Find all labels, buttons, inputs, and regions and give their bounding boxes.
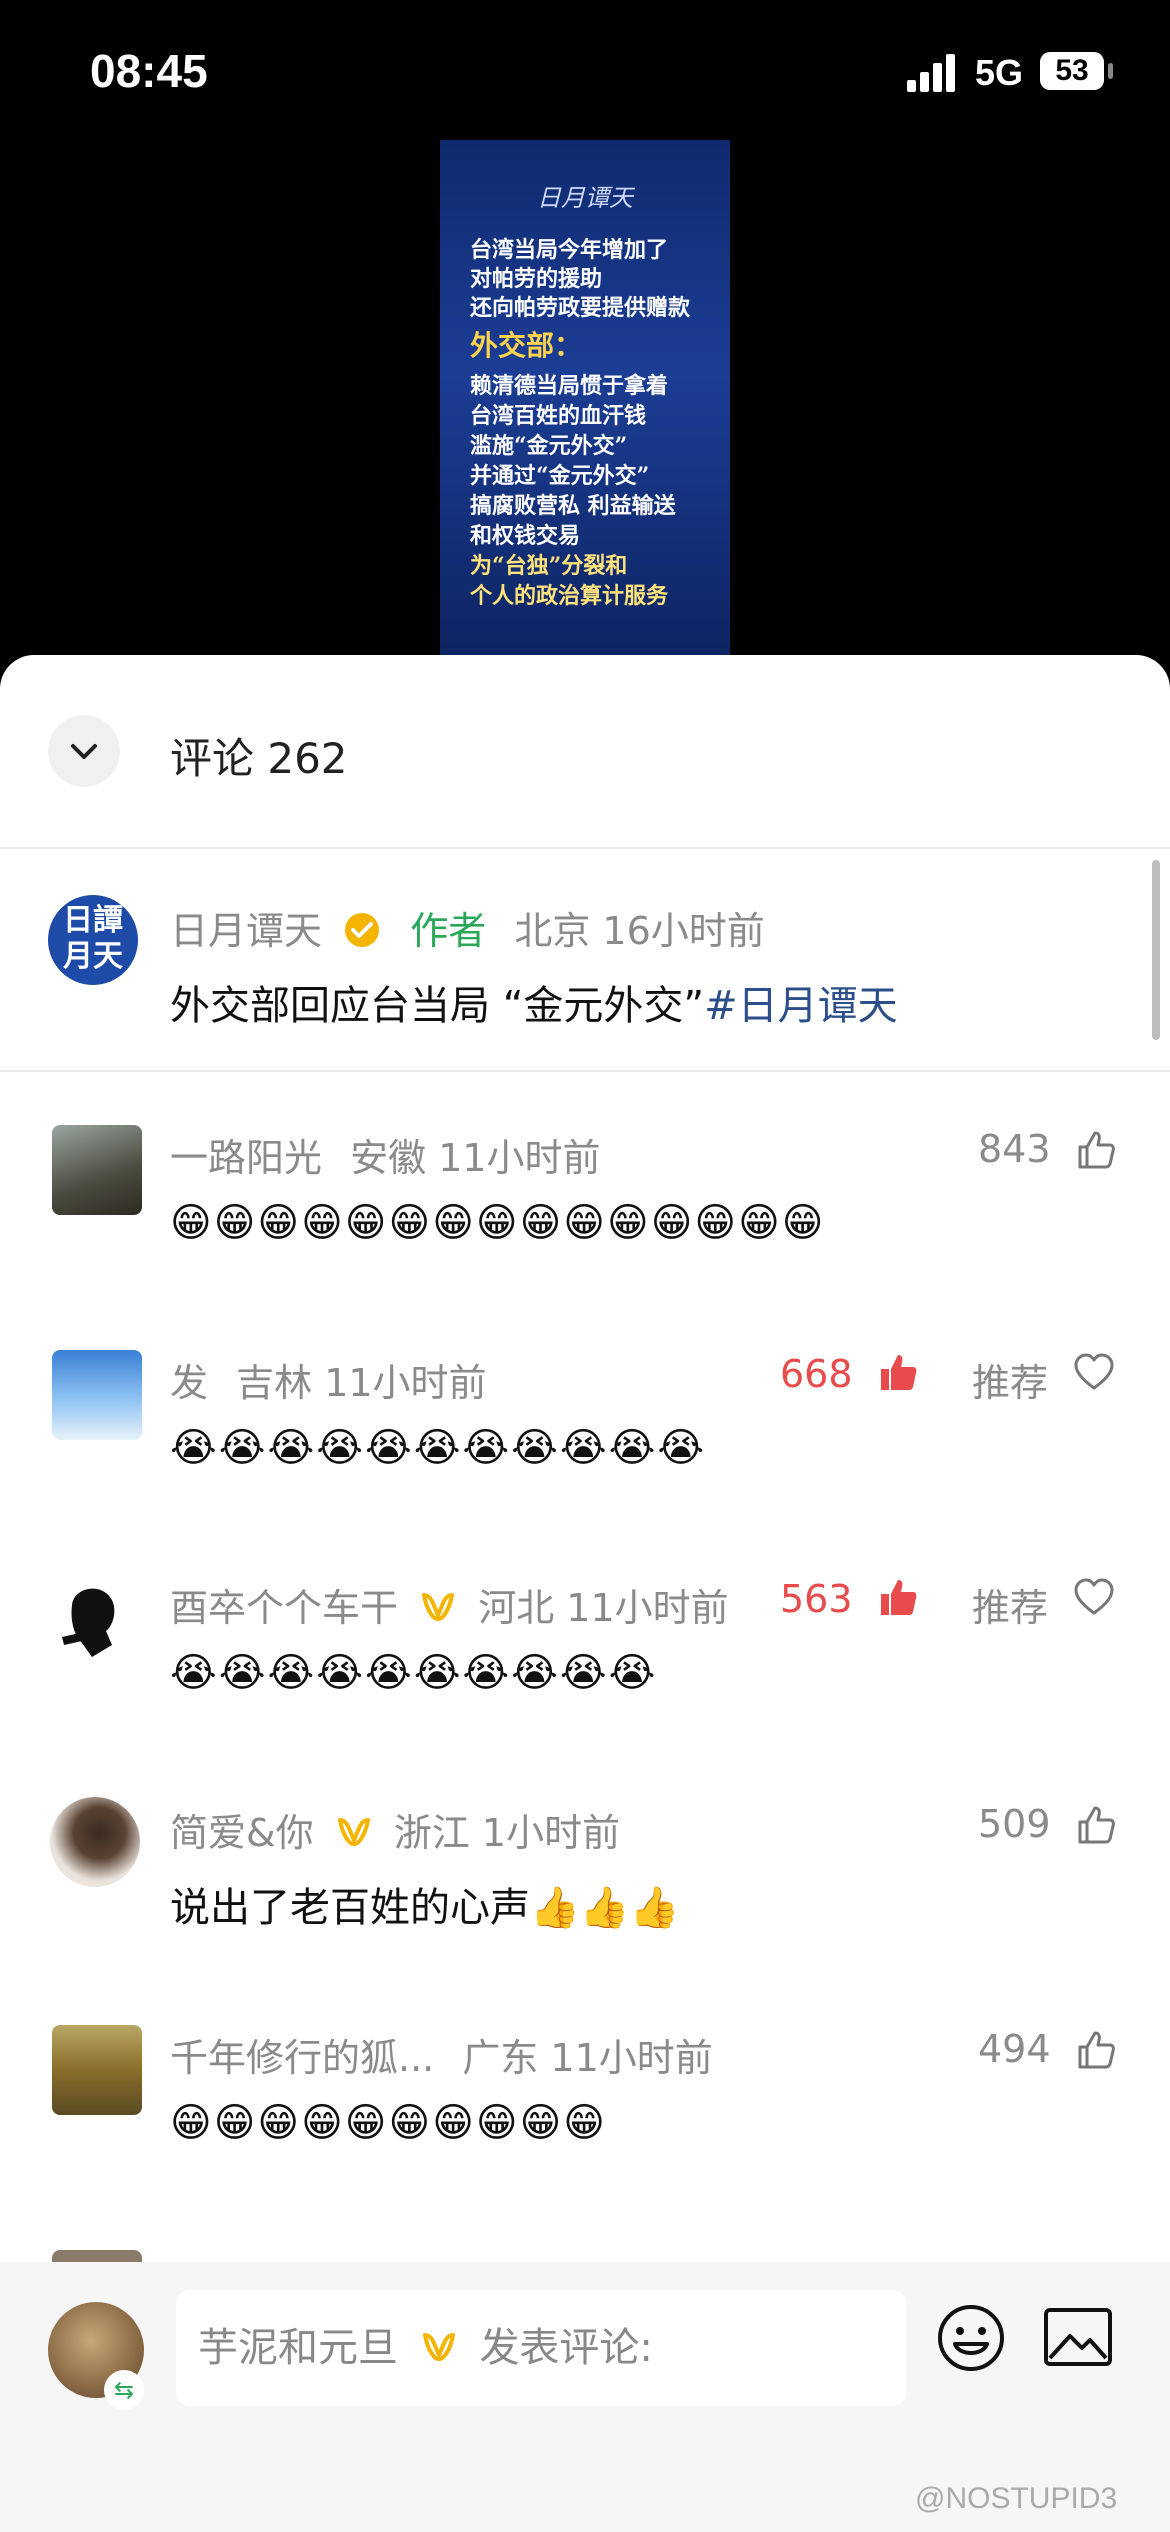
- video-line: 赖清德当局惯于拿着: [470, 373, 669, 399]
- watermark: @NOSTUPID3: [915, 2482, 1118, 2515]
- user-name[interactable]: 千年修行的狐...: [170, 2036, 434, 2080]
- like-count: 843: [978, 1127, 1051, 1171]
- video-line: 搞腐败营私 利益输送: [470, 493, 676, 519]
- recommend-label: 推荐: [972, 1361, 1049, 1405]
- comment-input[interactable]: 芋泥和元旦 发表评论:: [176, 2290, 906, 2406]
- comment-meta: 北京 16小时前: [514, 909, 765, 953]
- video-line: 个人的政治算计服务: [470, 583, 669, 609]
- comment-text: 说出了老百姓的心声👍👍👍: [170, 1885, 680, 1931]
- comment-header: 简爱&你 浙江 1小时前: [170, 1802, 620, 1857]
- heart-icon[interactable]: [1072, 1575, 1116, 1619]
- user-name[interactable]: 酉卒个个车干: [170, 1586, 398, 1630]
- comment-header: 一路阳光 安徽 11小时前: [170, 1127, 601, 1182]
- author-avatar[interactable]: 日譚 月天: [48, 895, 138, 985]
- comment-meta: 吉林 11小时前: [236, 1361, 487, 1405]
- vip-ribbon-icon: [337, 1818, 370, 1847]
- video-line: 台湾百姓的血汗钱: [470, 403, 647, 429]
- author-name[interactable]: 日月谭天: [170, 909, 322, 953]
- thumbs-up-icon[interactable]: [1074, 1127, 1118, 1171]
- comment-header: 酉卒个个车干 河北 11小时前: [170, 1577, 729, 1632]
- scrollbar[interactable]: [1152, 860, 1160, 1040]
- user-avatar[interactable]: [52, 1575, 142, 1665]
- verified-icon: [345, 913, 380, 947]
- comment-header: 千年修行的狐... 广东 11小时前: [170, 2027, 713, 2082]
- thumbs-up-icon[interactable]: [1074, 2027, 1118, 2071]
- video-preview[interactable]: 日月谭天 台湾当局今年增加了 对帕劳的援助 还向帕劳政要提供赠款 外交部： 赖清…: [440, 140, 730, 660]
- image-icon[interactable]: [1042, 2304, 1114, 2370]
- comment-header: 日月谭天 作者 北京 16小时前: [170, 900, 765, 955]
- user-name[interactable]: 一路阳光: [170, 1136, 322, 1180]
- comment-count-title: 评论 262: [170, 734, 348, 783]
- comment-emoji: 😭😭😭😭😭😭😭😭😭😭😭: [170, 1425, 707, 1471]
- video-line: 为“台独”分裂和: [470, 553, 628, 579]
- user-avatar[interactable]: [50, 1797, 140, 1887]
- like-count: 668: [780, 1352, 853, 1396]
- user-avatar[interactable]: [52, 2250, 142, 2262]
- signal-icon: [907, 54, 955, 92]
- video-line: 还向帕劳政要提供赠款: [470, 295, 691, 321]
- user-name[interactable]: 发: [170, 1361, 208, 1405]
- battery-tip: [1108, 63, 1113, 79]
- video-heading: 外交部：: [470, 329, 583, 362]
- comment-text: 外交部回应台当局 “金元外交”#日月谭天: [170, 973, 898, 1031]
- comment-meta: 广东 11小时前: [462, 2036, 713, 2080]
- video-line: 并通过“金元外交”: [470, 463, 650, 489]
- thumbs-up-icon[interactable]: [876, 1575, 920, 1619]
- like-count: 494: [978, 2027, 1051, 2071]
- emoji-icon[interactable]: [935, 2302, 1007, 2374]
- video-logo: 日月谭天: [537, 184, 633, 212]
- comment-body: 外交部回应台当局 “金元外交”: [170, 983, 705, 1029]
- user-avatar[interactable]: [52, 2025, 142, 2115]
- like-count: 509: [978, 1802, 1051, 1846]
- comment-meta: 河北 11小时前: [478, 1586, 729, 1630]
- comment-header: 发 吉林 11小时前: [170, 1352, 487, 1407]
- user-avatar[interactable]: [52, 1125, 142, 1215]
- user-name[interactable]: 简爱&你: [170, 1811, 314, 1855]
- status-time: 08:45: [90, 45, 208, 97]
- switch-account-icon[interactable]: ⇆: [104, 2370, 144, 2410]
- current-user-name: 芋泥和元旦: [198, 2325, 398, 2371]
- heart-icon[interactable]: [1072, 1350, 1116, 1394]
- collapse-button[interactable]: [48, 715, 120, 787]
- battery-indicator: 53: [1040, 52, 1104, 90]
- video-line: 滥施“金元外交”: [470, 433, 628, 459]
- thumbs-up-icon[interactable]: [1074, 1802, 1118, 1846]
- comment-emoji: 😁😁😁😁😁😁😁😁😁😁: [170, 2100, 607, 2146]
- comment-meta: 安徽 11小时前: [350, 1136, 601, 1180]
- video-line: 对帕劳的援助: [470, 266, 603, 292]
- comment-meta: 浙江 1小时前: [393, 1811, 621, 1855]
- author-tag: 作者: [410, 909, 487, 953]
- recommend-label: 推荐: [972, 1586, 1049, 1630]
- comment-emoji: 😁😁😁😁😁😁😁😁😁😁😁😁😁😁😁: [170, 1200, 826, 1246]
- divider: [0, 1070, 1170, 1072]
- video-line: 和权钱交易: [470, 523, 581, 549]
- vip-ribbon-icon: [422, 2333, 455, 2362]
- comment-sheet: 评论 262 日譚 月天 日月谭天 作者 北京 16小时前 外交部回应台当局 “…: [0, 655, 1170, 2532]
- vip-ribbon-icon: [422, 1593, 455, 1622]
- video-line: 台湾当局今年增加了: [470, 237, 669, 263]
- chevron-down-icon: [71, 744, 97, 759]
- user-avatar[interactable]: [52, 1350, 142, 1440]
- hashtag-link[interactable]: #日月谭天: [704, 983, 898, 1029]
- comment-emoji: 😭😭😭😭😭😭😭😭😭😭: [170, 1650, 658, 1696]
- silhouette-avatar-image: [62, 1588, 115, 1657]
- like-count: 563: [780, 1577, 853, 1621]
- input-placeholder: 发表评论:: [479, 2325, 653, 2371]
- divider: [0, 847, 1170, 849]
- network-type: 5G: [975, 52, 1024, 93]
- thumbs-up-icon[interactable]: [876, 1350, 920, 1394]
- status-bar: 08:45 5G 53: [0, 0, 1170, 140]
